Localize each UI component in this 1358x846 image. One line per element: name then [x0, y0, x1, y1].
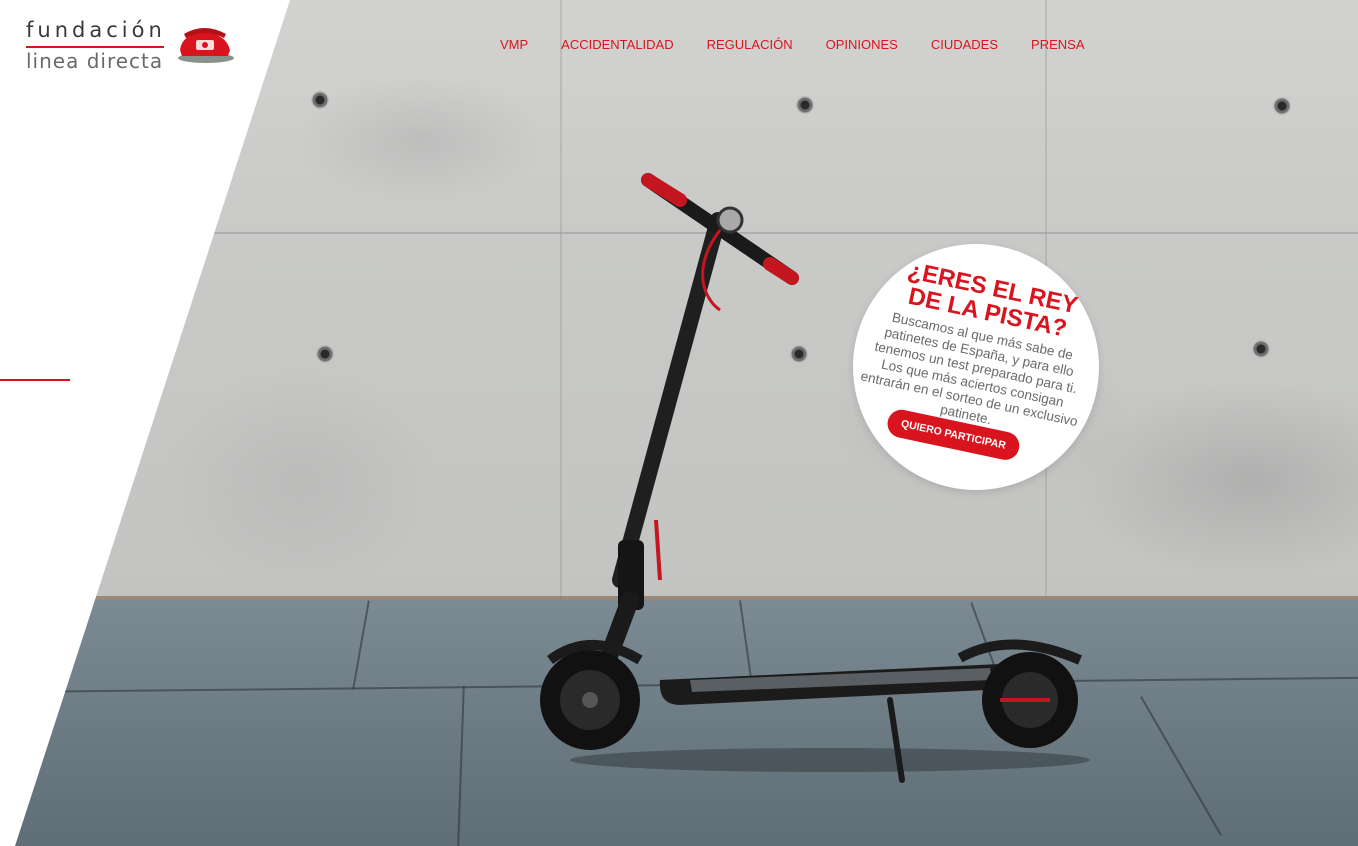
- hero-image: [15, 0, 1358, 846]
- side-accent-line: [0, 379, 70, 381]
- wall-bolt: [1252, 340, 1270, 358]
- nav-item-vmp[interactable]: VMP: [500, 37, 528, 52]
- logo-rule: [26, 46, 164, 48]
- promo-content: ¿ERES EL REY DE LA PISTA? Buscamos al qu…: [830, 221, 1122, 513]
- tile-joint: [352, 600, 370, 690]
- main-nav: VMP ACCIDENTALIDAD REGULACIÓN OPINIONES …: [500, 37, 1085, 52]
- nav-item-opiniones[interactable]: OPINIONES: [826, 37, 898, 52]
- fundacion-linea-directa-logo[interactable]: fundación linea directa: [26, 18, 246, 78]
- nav-item-accidentalidad[interactable]: ACCIDENTALIDAD: [561, 37, 673, 52]
- wall-bolt: [311, 91, 329, 109]
- wall-bolt: [796, 96, 814, 114]
- wall-bolt: [1273, 97, 1291, 115]
- nav-item-regulacion[interactable]: REGULACIÓN: [707, 37, 793, 52]
- tile-joint: [1140, 696, 1222, 836]
- nav-item-ciudades[interactable]: CIUDADES: [931, 37, 998, 52]
- promo-circle: ¿ERES EL REY DE LA PISTA? Buscamos al qu…: [853, 244, 1099, 490]
- logo-text-top: fundación: [26, 18, 166, 42]
- tile-joint: [457, 686, 465, 846]
- red-phone-icon: [178, 28, 234, 63]
- wall-bolt: [316, 345, 334, 363]
- logo-text-bottom: linea directa: [26, 49, 164, 73]
- nav-item-prensa[interactable]: PRENSA: [1031, 37, 1084, 52]
